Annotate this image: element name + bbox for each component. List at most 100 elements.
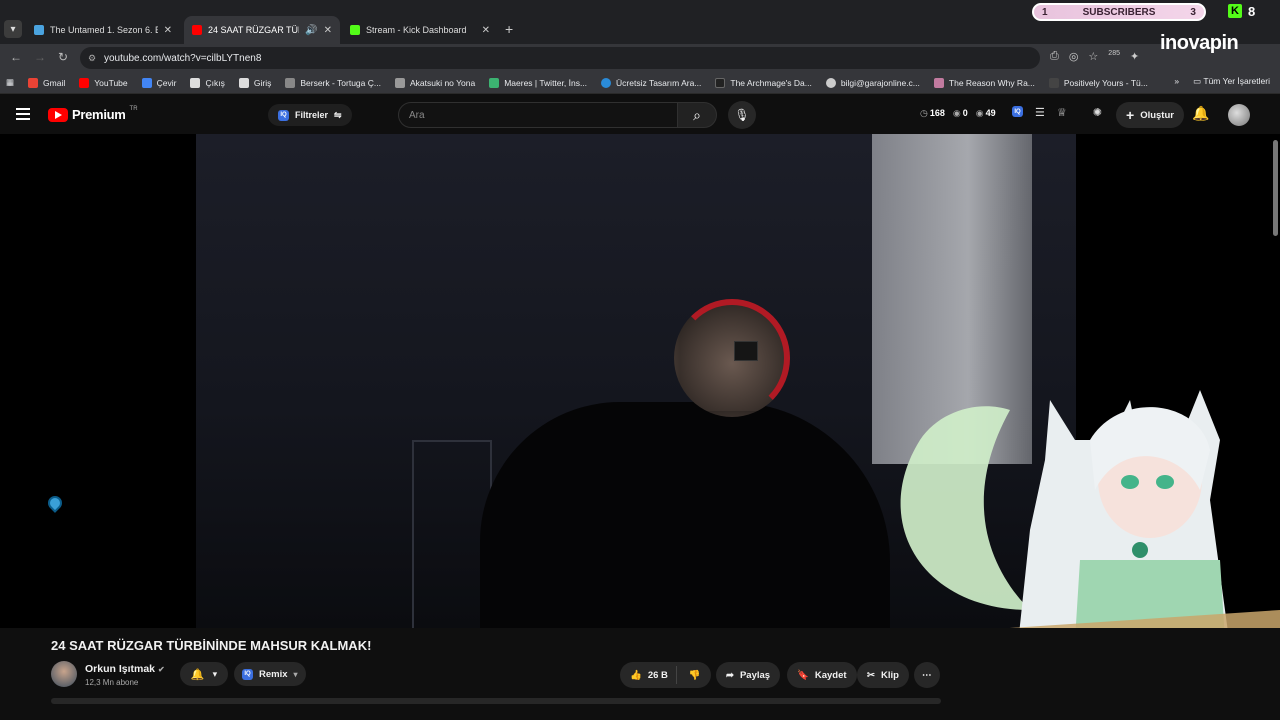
iq-icon[interactable]: IQ — [1012, 106, 1023, 117]
bookmark-cevir[interactable]: Çevir — [141, 77, 176, 88]
youtube-play-icon — [48, 107, 68, 122]
back-icon[interactable]: ← — [10, 50, 22, 64]
bookmark-akatsuki[interactable]: Akatsuki no Yona — [394, 77, 476, 88]
like-button[interactable]: 👍 26 B — [630, 666, 677, 684]
search-input[interactable] — [409, 109, 677, 121]
menu-icon[interactable] — [16, 108, 30, 120]
like-count: 26 B — [647, 669, 668, 681]
search-icon: ⌕ — [693, 106, 701, 123]
tab-youtube-video[interactable]: 24 SAAT RÜZGAR TÜRBİNİNDE 🔊 ✕ — [184, 16, 340, 44]
close-tab-icon[interactable]: ✕ — [164, 25, 172, 36]
list-icon[interactable]: ☰ — [1035, 106, 1045, 119]
sparkle-icon[interactable]: ✺ — [1093, 106, 1102, 119]
remix-button[interactable]: IQ Remix ▾ — [234, 662, 306, 686]
extension-icons: ⎙ ◎ ☆ 285 ✦ — [1050, 50, 1139, 63]
gmail-icon — [28, 77, 39, 88]
eye-off-icon[interactable]: ◎ — [1069, 50, 1079, 63]
search-button[interactable]: ⌕ — [677, 102, 717, 128]
bookmark-reason[interactable]: The Reason Why Ra... — [933, 77, 1035, 88]
bookmark-cikis[interactable]: Çıkış — [190, 77, 225, 88]
clock-icon: ◷ — [920, 108, 928, 118]
share-button[interactable]: ➦ Paylaş — [716, 662, 781, 688]
clip-button[interactable]: ✂ Klip — [857, 662, 909, 688]
channel-avatar[interactable] — [51, 661, 77, 687]
page-scrollbar[interactable] — [1273, 140, 1278, 236]
verified-icon: ✔ — [158, 665, 165, 674]
audio-icon[interactable]: 🔊 — [305, 25, 317, 36]
bookmark-berserk[interactable]: Berserk - Tortuga Ç... — [285, 77, 381, 88]
youtube-icon — [79, 77, 90, 88]
save-label: Kaydet — [814, 669, 847, 681]
bookmark-label: Çıkış — [205, 77, 225, 88]
more-actions-button[interactable]: ⋯ — [914, 662, 940, 688]
description-box[interactable] — [51, 698, 941, 704]
chevron-down-icon: ▾ — [212, 668, 218, 679]
stat-eyes-value: 49 — [985, 108, 996, 118]
logo-text: Premium — [72, 107, 126, 122]
address-bar[interactable]: ⚙ youtube.com/watch?v=cilbLYTnen8 — [80, 47, 1040, 69]
subscribed-bell-button[interactable]: 🔔 ▾ — [180, 662, 228, 686]
forward-icon[interactable]: → — [34, 50, 46, 64]
eye-icon: ◉ — [975, 108, 984, 118]
extension-badge[interactable]: 285 — [1108, 50, 1120, 63]
close-tab-icon[interactable]: ✕ — [482, 25, 490, 36]
bookmark-maeres[interactable]: Maeres | Twitter, İns... — [489, 77, 587, 88]
star-icon[interactable]: ☆ — [1088, 50, 1098, 63]
logo-region: TR — [129, 105, 138, 112]
trophy-icon[interactable]: ♕ — [1057, 106, 1067, 119]
site-info-icon[interactable]: ⚙ — [88, 53, 96, 64]
bookmark-archmage[interactable]: The Archmage's Da... — [715, 77, 812, 88]
bookmark-tasarim[interactable]: Ücretsiz Tasarım Ara... — [601, 77, 702, 88]
bookmarks-overflow-button[interactable]: » — [1174, 76, 1179, 87]
bookmark-label: YouTube — [94, 77, 128, 88]
new-tab-button[interactable]: + — [505, 21, 513, 37]
bookmark-giris[interactable]: Giriş — [238, 77, 271, 88]
canva-icon — [601, 77, 612, 88]
channel-name[interactable]: Orkun Işıtmak ✔ — [85, 663, 165, 675]
puzzle-icon[interactable]: ✦ — [1130, 50, 1139, 63]
youtube-logo[interactable]: Premium TR — [48, 105, 138, 122]
tab-favicon-icon — [34, 25, 44, 35]
video-title: 24 SAAT RÜZGAR TÜRBİNİNDE MAHSUR KALMAK! — [51, 638, 372, 653]
clip-label: Klip — [880, 669, 899, 681]
dislike-button[interactable]: 👎 — [683, 670, 711, 681]
filters-button[interactable]: IQ Filtreler ⇋ — [268, 104, 352, 126]
apps-icon[interactable]: ▦ — [6, 77, 14, 88]
extension-stats: ◷ 168 ◉ 0 ◉ 49 — [920, 108, 996, 119]
youtube-header: Premium TR IQ Filtreler ⇋ ⌕ 🎙 ◷168 ◉0 ◉4… — [0, 96, 1280, 134]
helmet-camera — [734, 341, 758, 361]
bookmarks-right: » ▭ Tüm Yer İşaretleri — [1174, 76, 1270, 87]
browser-chrome: 1 SUBSCRIBERS 3 K 8 ▾ The Untamed 1. Sez… — [0, 0, 1280, 44]
close-tab-icon[interactable]: ✕ — [324, 25, 332, 36]
page-icon — [933, 77, 944, 88]
save-button[interactable]: 🔖 Kaydet — [787, 662, 857, 688]
create-button[interactable]: + Oluştur — [1116, 102, 1184, 128]
thumbs-up-icon: 👍 — [630, 669, 642, 681]
iq-icon: IQ — [242, 668, 253, 680]
all-bookmarks-button[interactable]: ▭ Tüm Yer İşaretleri — [1193, 76, 1270, 87]
reload-icon[interactable]: ↻ — [58, 50, 68, 64]
tab-kick-dashboard[interactable]: Stream - Kick Dashboard ✕ — [342, 16, 498, 44]
bookmark-label: Ücretsiz Tasarım Ara... — [616, 77, 702, 88]
tab-title: Stream - Kick Dashboard — [366, 25, 467, 35]
page-icon — [238, 77, 249, 88]
more-icon: ⋯ — [922, 669, 932, 681]
bookmark-label: Akatsuki no Yona — [409, 77, 476, 88]
bookmark-icon: 🔖 — [797, 669, 809, 681]
install-icon[interactable]: ⎙ — [1050, 50, 1059, 63]
stat-views: ◷ 168 — [920, 108, 945, 119]
bookmark-youtube[interactable]: YouTube — [79, 77, 128, 88]
tab-search-button[interactable]: ▾ — [4, 20, 22, 38]
bookmark-label: Positively Yours - Tü... — [1063, 77, 1148, 88]
bookmark-positively[interactable]: Positively Yours - Tü... — [1048, 77, 1148, 88]
stat-eyes: ◉ 49 — [976, 108, 996, 119]
account-avatar[interactable] — [1228, 104, 1250, 126]
bookmark-gmail[interactable]: Gmail — [28, 77, 65, 88]
bookmark-bilgi[interactable]: bilgi@garajonline.c... — [825, 77, 920, 88]
mic-icon: 🎙 — [734, 108, 750, 122]
notifications-icon[interactable]: 🔔 — [1192, 105, 1209, 122]
tab-strip: ▾ The Untamed 1. Sezon 6. Bölüm ✕ 24 SAA… — [0, 16, 1280, 44]
voice-search-button[interactable]: 🎙 — [728, 101, 756, 129]
tab-untamed[interactable]: The Untamed 1. Sezon 6. Bölüm ✕ — [26, 16, 180, 44]
bookmark-label: The Reason Why Ra... — [948, 77, 1035, 88]
